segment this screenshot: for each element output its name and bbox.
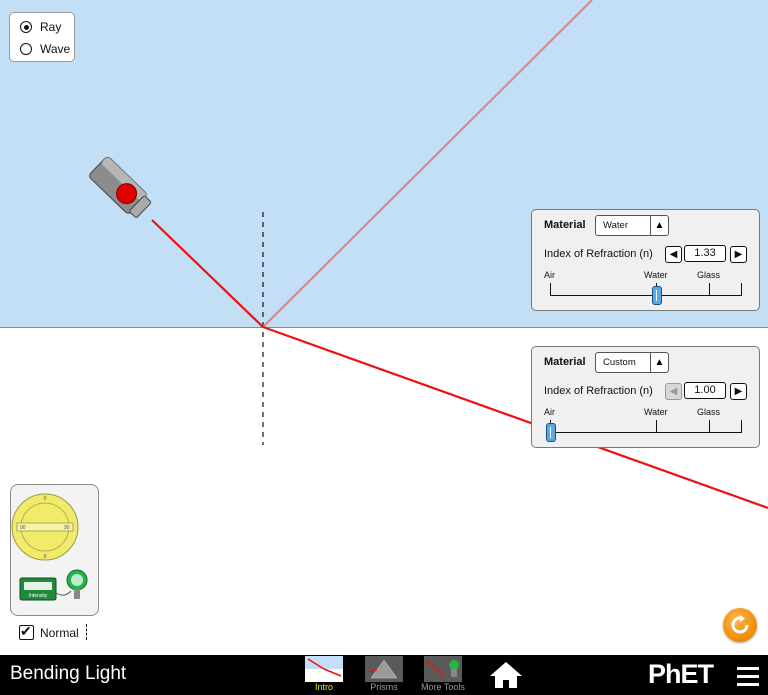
decrement-index-button[interactable]: ◀ [665, 246, 682, 263]
normal-icon [86, 624, 87, 640]
index-of-refraction-label: Index of Refraction (n) [544, 248, 653, 260]
slider-tick [709, 420, 710, 432]
material-combo-box[interactable]: Water ▲ [595, 215, 669, 236]
wave-radio-button[interactable] [20, 43, 32, 55]
index-slider-thumb[interactable] [652, 286, 662, 305]
tab-more-tools-label: More Tools [421, 682, 465, 692]
normal-checkbox[interactable] [19, 623, 34, 640]
intensity-meter-icon[interactable]: Intensity [19, 569, 88, 601]
bottom-material-panel: Material Custom ▲ Index of Refraction (n… [531, 346, 760, 448]
intro-screen-icon [305, 656, 343, 682]
light-scene [88, 0, 768, 510]
svg-text:90: 90 [20, 525, 26, 531]
intensity-label: Intensity [29, 593, 48, 599]
app-title: Bending Light [10, 663, 127, 684]
slider-label-air: Air [544, 407, 555, 417]
laser-pointer[interactable] [88, 156, 153, 221]
slider-label-glass: Glass [697, 270, 721, 280]
navigation-bar: Bending Light Intro Prisms More Tools Ph… [0, 655, 768, 695]
home-icon[interactable] [489, 660, 523, 690]
material-title: Material [544, 219, 586, 231]
svg-text:0: 0 [44, 554, 47, 560]
wave-radio-label: Wave [40, 42, 71, 56]
slider-tick [550, 283, 551, 295]
slider-tick [656, 420, 657, 432]
svg-text:0: 0 [44, 496, 47, 502]
material-combo-value: Custom [603, 357, 636, 368]
reset-icon [731, 615, 749, 634]
more-tools-screen-icon [424, 656, 462, 682]
top-material-panel: Material Water ▲ Index of Refraction (n)… [531, 209, 760, 311]
ray-radio-option[interactable]: Ray [20, 20, 61, 34]
ray-radio-button[interactable] [20, 21, 32, 33]
slider-label-glass: Glass [697, 407, 721, 417]
material-title: Material [544, 356, 586, 368]
slider-label-air: Air [544, 270, 555, 280]
increment-index-button[interactable]: ▶ [730, 246, 747, 263]
slider-label-water: Water [644, 407, 668, 417]
combo-arrow-icon[interactable]: ▲ [650, 216, 668, 235]
hamburger-menu-icon[interactable] [737, 667, 759, 691]
tab-more-tools[interactable]: More Tools [418, 655, 468, 695]
protractor-icon[interactable]: 0 0 90 90 [11, 493, 79, 561]
decrement-index-button[interactable]: ◀ [665, 383, 682, 400]
wave-mode-panel: Ray Wave [9, 12, 75, 62]
normal-checkbox-row[interactable]: Normal [19, 623, 79, 640]
slider-label-water: Water [644, 270, 668, 280]
increment-index-button[interactable]: ▶ [730, 383, 747, 400]
material-combo-box[interactable]: Custom ▲ [595, 352, 669, 373]
index-value-display: 1.33 [684, 245, 726, 262]
index-slider-track[interactable] [550, 432, 742, 433]
tab-prisms[interactable]: Prisms [359, 655, 409, 695]
toolbox-icons: 0 0 90 90 Intensity [11, 493, 88, 601]
svg-text:90: 90 [64, 525, 70, 531]
ray-radio-label: Ray [40, 20, 62, 34]
tab-intro[interactable]: Intro [299, 655, 349, 695]
index-slider-track[interactable] [550, 295, 742, 296]
slider-tick [741, 420, 742, 432]
normal-checkbox-label: Normal [40, 625, 79, 640]
reset-all-button[interactable] [723, 608, 757, 642]
wave-radio-option[interactable]: Wave [20, 42, 70, 56]
slider-tick [709, 283, 710, 295]
tools-toolbox: 0 0 90 90 Intensity [10, 484, 99, 616]
prisms-screen-icon [365, 656, 403, 682]
combo-arrow-icon[interactable]: ▲ [650, 353, 668, 372]
index-slider-thumb[interactable] [546, 423, 556, 442]
slider-tick [741, 283, 742, 295]
index-of-refraction-label: Index of Refraction (n) [544, 385, 653, 397]
incident-ray [151, 219, 264, 328]
phet-logo[interactable]: PhET [648, 659, 714, 690]
index-value-display: 1.00 [684, 382, 726, 399]
material-combo-value: Water [603, 220, 628, 231]
